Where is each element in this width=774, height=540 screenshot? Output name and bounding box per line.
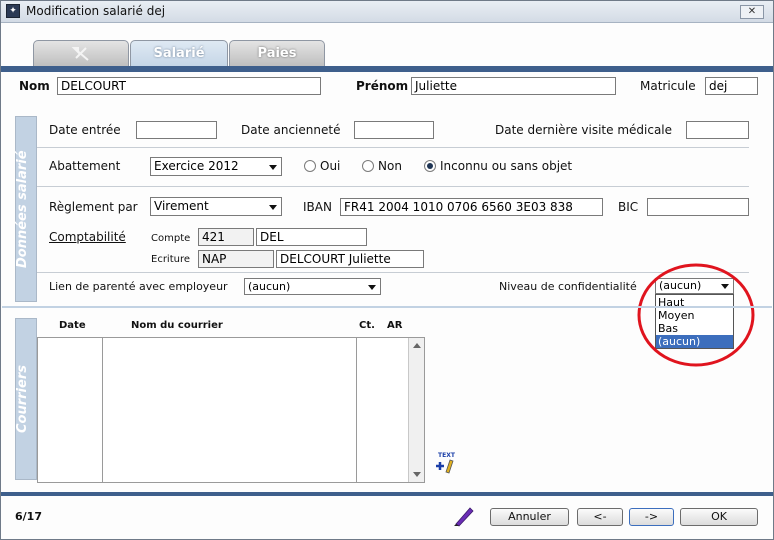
iban-field[interactable]: FR41 2004 1010 0706 6560 3E03 838 — [340, 198, 603, 216]
reglement-value: Virement — [154, 199, 209, 213]
radio-oui-label: Oui — [320, 159, 341, 173]
reglement-label: Règlement par — [49, 200, 138, 214]
date-visite-field[interactable] — [686, 121, 749, 139]
abattement-label: Abattement — [49, 159, 121, 173]
add-text-courrier-button[interactable]: TEXT — [434, 452, 458, 476]
date-anciennete-field[interactable] — [354, 121, 434, 139]
add-text-icon — [436, 459, 454, 474]
page-counter: 6/17 — [15, 510, 42, 523]
compte-code-field[interactable]: 421 — [198, 228, 254, 246]
tab-underline — [1, 66, 773, 72]
date-visite-label: Date dernière visite médicale — [495, 123, 673, 137]
radio-oui[interactable] — [304, 160, 316, 172]
lien-label: Lien de parenté avec employeur — [49, 280, 228, 293]
date-entree-field[interactable] — [136, 121, 217, 139]
comptabilite-link[interactable]: Comptabilité — [49, 230, 126, 244]
chevron-down-icon — [269, 165, 277, 170]
compte-label: Compte — [151, 233, 191, 244]
tab-tools[interactable] — [33, 40, 129, 66]
lien-value: (aucun) — [248, 280, 291, 293]
reglement-select[interactable]: Virement — [150, 197, 282, 216]
footer-bar — [1, 492, 773, 496]
prenom-field[interactable]: Juliette — [411, 77, 616, 95]
radio-non-label: Non — [378, 159, 402, 173]
niveau-label: Niveau de confidentialité — [499, 280, 637, 293]
lien-select[interactable]: (aucun) — [244, 278, 381, 295]
chevron-down-icon — [368, 285, 376, 290]
annuler-button[interactable]: Annuler — [490, 508, 569, 526]
radio-selected-dot — [427, 163, 433, 169]
courriers-table[interactable] — [37, 337, 425, 483]
window-title: Modification salarié dej — [26, 4, 166, 18]
ecriture-field[interactable]: DELCOURT Juliette — [276, 250, 424, 268]
col-header-ct[interactable]: Ct. — [359, 320, 375, 331]
col-header-date[interactable]: Date — [59, 320, 86, 331]
ecriture-label: Ecriture — [151, 254, 191, 265]
tab-salarie[interactable]: Salarié — [130, 40, 228, 66]
table-scrollbar[interactable] — [408, 338, 424, 482]
col-header-nom[interactable]: Nom du courrier — [131, 320, 223, 331]
tool-icon — [71, 47, 89, 61]
courriers-section-title: Courriers — [15, 365, 30, 433]
previous-button[interactable]: <- — [577, 508, 623, 526]
abattement-select[interactable]: Exercice 2012 — [150, 157, 282, 176]
radio-inconnu[interactable] — [424, 160, 436, 172]
iban-label: IBAN — [303, 200, 332, 214]
highlight-circle — [637, 263, 755, 367]
column-divider — [356, 337, 357, 483]
radio-non[interactable] — [362, 160, 374, 172]
matricule-field[interactable]: dej — [705, 77, 758, 95]
divider — [37, 186, 749, 187]
col-header-ar[interactable]: AR — [387, 320, 402, 331]
nom-label: Nom — [19, 79, 50, 93]
radio-inconnu-label: Inconnu ou sans objet — [440, 159, 573, 173]
ok-button[interactable]: OK — [680, 508, 758, 526]
bic-label: BIC — [618, 200, 639, 214]
close-button[interactable]: ✕ — [740, 5, 764, 19]
nom-field[interactable]: DELCOURT — [57, 77, 321, 95]
donnees-section-title: Données salarié — [15, 150, 30, 268]
compte-field[interactable]: DEL — [256, 228, 367, 246]
next-button[interactable]: -> — [629, 508, 674, 526]
scroll-down-icon[interactable] — [413, 472, 421, 477]
column-divider — [102, 337, 103, 483]
date-entree-label: Date entrée — [49, 123, 121, 137]
edit-pen-icon[interactable] — [452, 505, 476, 527]
divider — [37, 147, 749, 148]
abattement-value: Exercice 2012 — [154, 159, 239, 173]
scroll-up-icon[interactable] — [413, 343, 421, 348]
app-icon: ✦ — [6, 4, 20, 18]
bic-field[interactable] — [647, 198, 749, 216]
ecriture-code-field[interactable]: NAP — [198, 250, 274, 268]
section-separator — [2, 306, 772, 308]
chevron-down-icon — [269, 205, 277, 210]
prenom-label: Prénom — [356, 79, 409, 93]
matricule-label: Matricule — [640, 79, 696, 93]
tab-paies[interactable]: Paies — [229, 40, 325, 66]
date-anciennete-label: Date ancienneté — [241, 123, 341, 137]
